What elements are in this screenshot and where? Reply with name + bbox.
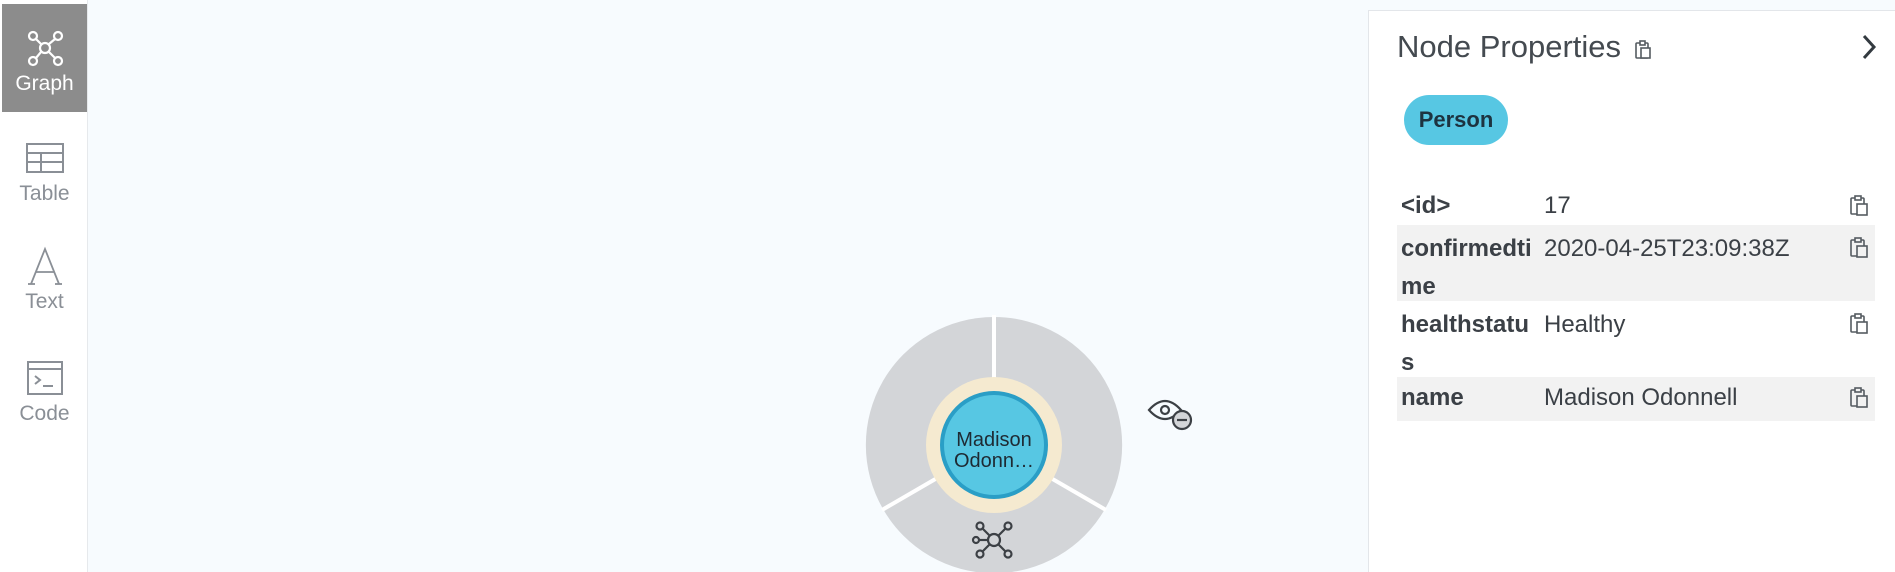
graph-canvas[interactable]: Madison Odonn… [88,0,1368,572]
sidebar-item-label: Code [19,402,70,425]
copy-icon[interactable] [1849,387,1869,416]
property-key: healthstatus [1401,311,1530,376]
table-icon [25,136,65,180]
graph-icon [25,26,65,70]
copy-icon[interactable] [1849,237,1869,266]
property-key: name [1401,384,1464,411]
copy-icon[interactable] [1849,313,1869,342]
panel-title: Node Properties [1397,29,1622,64]
node-label-chip[interactable]: Person [1404,95,1508,145]
property-row-confirmedtime: confirmedtime 2020-04-25T23:09:38Z [1397,225,1875,301]
node-properties-panel: Node Properties Person <id> 17 confirmed… [1368,10,1895,572]
property-row-healthstatus: healthstatus Healthy [1397,301,1875,377]
sidebar-item-label: Table [19,182,70,205]
radial-node-menu: Madison Odonn… [865,315,1193,572]
sidebar-item-text[interactable]: Text [2,222,87,330]
sidebar-item-label: Graph [15,72,74,95]
collapse-panel-chevron-icon[interactable] [1859,33,1879,66]
property-value: Madison Odonnell [1544,384,1738,411]
view-switcher-sidebar: Graph Table Text Code [0,0,88,572]
property-value: 17 [1544,192,1571,219]
property-value: Healthy [1544,311,1626,338]
sidebar-item-label: Text [25,290,64,313]
node-caption-line1: Madison [956,429,1032,451]
copy-icon[interactable] [1634,40,1652,65]
code-icon [26,356,64,400]
property-key: confirmedtime [1401,235,1532,300]
property-row-name: name Madison Odonnell [1397,377,1875,421]
property-value: 2020-04-25T23:09:38Z [1544,235,1790,262]
sidebar-item-graph[interactable]: Graph [2,4,87,112]
node-caption-line2: Odonn… [954,450,1034,472]
property-row-id: <id> 17 [1397,187,1875,225]
property-key: <id> [1401,192,1451,219]
properties-table: <id> 17 confirmedtime 2020-04-25T23:09:3… [1397,187,1875,421]
text-icon [27,244,63,288]
sidebar-item-table[interactable]: Table [2,114,87,222]
hide-node-icon[interactable] [1147,399,1193,431]
copy-icon[interactable] [1849,195,1869,224]
sidebar-item-code[interactable]: Code [2,334,87,442]
